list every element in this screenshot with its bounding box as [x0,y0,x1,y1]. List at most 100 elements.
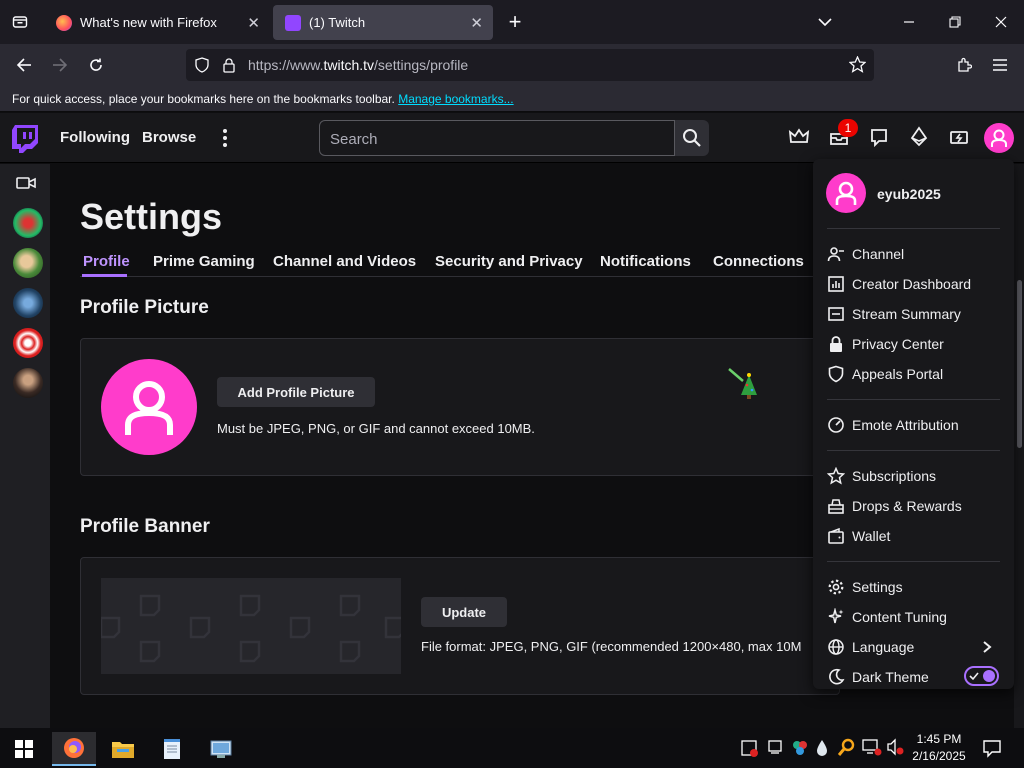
action-center-icon[interactable] [982,738,1002,763]
menu-item-label: Drops & Rewards [852,498,962,514]
tray-security-icon[interactable] [741,739,759,762]
menu-item-channel[interactable]: Channel [827,239,1002,269]
channel-avatar[interactable] [13,368,43,398]
menu-item-language[interactable]: Language [827,632,1002,662]
menu-item-label: Language [852,639,915,655]
banner-preview [101,578,401,674]
sparkle-icon [828,608,844,624]
firefox-icon [56,14,72,31]
channel-avatar[interactable] [13,288,43,318]
list-all-tabs-icon[interactable] [811,8,839,36]
menu-divider [827,228,1000,229]
gear-icon [828,579,844,595]
prime-crown-icon[interactable] [788,126,812,150]
close-tab-icon[interactable]: ✕ [247,14,260,32]
lock-icon[interactable] [222,57,236,78]
dark-theme-toggle[interactable] [964,666,999,686]
menu-item-emote-attribution[interactable]: Emote Attribution [827,410,1002,440]
url-text: https://www.twitch.tv/settings/profile [248,57,469,73]
shield-icon[interactable] [194,57,210,78]
tray-app-icon[interactable] [791,739,809,762]
close-tab-icon[interactable]: ✕ [470,14,483,32]
menu-item-drops-rewards[interactable]: Drops & Rewards [827,491,1002,521]
page-scrollbar[interactable] [1014,164,1024,728]
hamburger-menu-icon[interactable] [986,51,1014,79]
manage-bookmarks-link[interactable]: Manage bookmarks... [398,92,513,106]
back-icon[interactable] [10,51,38,79]
tab-label: What's new with Firefox [80,15,217,30]
tab-list-icon[interactable] [6,8,34,36]
new-tab-button[interactable]: + [501,8,529,36]
profile-picture-note: Must be JPEG, PNG, or GIF and cannot exc… [217,421,535,436]
tab-connections[interactable]: Connections [713,253,804,270]
taskbar-control-panel-icon[interactable] [199,732,243,766]
whispers-icon[interactable] [868,126,892,150]
menu-item-label: Wallet [852,528,891,544]
menu-item-subscriptions[interactable]: Subscriptions [827,461,1002,491]
scrollbar-thumb[interactable] [1017,280,1022,448]
bookmark-star-icon[interactable] [848,55,867,78]
tray-search-icon[interactable] [837,738,856,761]
search-button[interactable] [675,120,709,156]
clock-time: 1:45 PM [916,732,962,746]
tab-profile[interactable]: Profile [83,253,130,270]
add-profile-picture-button[interactable]: Add Profile Picture [217,377,375,407]
windows-start-icon[interactable] [2,732,46,766]
tray-droplet-icon[interactable] [815,739,829,762]
menu-item-stream-summary[interactable]: Stream Summary [827,299,1002,329]
tab-security-and-privacy[interactable]: Security and Privacy [435,253,583,270]
taskbar-notepad-icon[interactable] [150,732,194,766]
bits-icon[interactable] [908,126,932,150]
tab-channel-and-videos[interactable]: Channel and Videos [273,253,416,270]
menu-item-wallet[interactable]: Wallet [827,521,1002,551]
more-options-icon[interactable] [222,128,228,153]
tab-notifications[interactable]: Notifications [600,253,691,270]
menu-item-content-tuning[interactable]: Content Tuning [827,602,1002,632]
menu-item-creator-dashboard[interactable]: Creator Dashboard [827,269,1002,299]
user-avatar-button[interactable] [984,123,1014,153]
minimize-icon[interactable] [895,8,923,36]
tray-device-icon[interactable] [767,739,783,760]
taskbar-clock[interactable]: 1:45 PM 2/16/2025 [906,731,972,765]
browse-link[interactable]: Browse [142,129,196,146]
close-window-icon[interactable] [987,8,1015,36]
clock-date: 2/16/2025 [912,749,966,763]
channel-avatar[interactable] [13,208,43,238]
tab-twitch[interactable]: (1) Twitch ✕ [273,5,493,40]
turbo-ad-free-icon[interactable] [948,126,972,150]
chevron-right-icon [983,641,992,653]
channel-avatar[interactable] [13,248,43,278]
taskbar-firefox-icon[interactable] [52,732,96,766]
restore-icon[interactable] [941,8,969,36]
tray-network-icon[interactable] [862,738,882,761]
user-silhouette-icon [125,381,173,435]
search-input[interactable]: Search [319,120,675,156]
tray-volume-muted-icon[interactable] [886,738,904,761]
search-placeholder: Search [330,131,378,148]
tab-firefox-whats-new[interactable]: What's new with Firefox ✕ [44,5,270,40]
menu-item-privacy-center[interactable]: Privacy Center [827,329,1002,359]
channel-avatar[interactable] [13,328,43,358]
url-bar[interactable]: https://www.twitch.tv/settings/profile [186,49,874,81]
forward-icon[interactable] [46,51,74,79]
user-dropdown-menu: eyub2025 Channel Creator Dashboard Strea… [813,159,1014,689]
profile-picture-avatar [101,359,197,455]
update-banner-button[interactable]: Update [421,597,507,627]
menu-username: eyub2025 [877,186,941,202]
shield-icon [828,365,844,383]
extensions-icon[interactable] [950,51,978,79]
menu-item-settings[interactable]: Settings [827,572,1002,602]
taskbar-file-explorer-icon[interactable] [101,732,145,766]
christmas-tree-cursor-icon [727,367,761,406]
reload-icon[interactable] [82,51,110,79]
twitch-logo-icon[interactable] [12,125,38,158]
following-link[interactable]: Following [60,129,130,146]
bookmarks-toolbar: For quick access, place your bookmarks h… [0,86,1024,112]
emote-attribution-icon [828,417,844,433]
tab-prime-gaming[interactable]: Prime Gaming [153,253,255,270]
menu-item-label: Privacy Center [852,336,944,352]
checkmark-icon [969,672,979,681]
menu-item-appeals-portal[interactable]: Appeals Portal [827,359,1002,389]
video-camera-icon[interactable] [16,176,36,195]
drops-icon [828,499,844,514]
